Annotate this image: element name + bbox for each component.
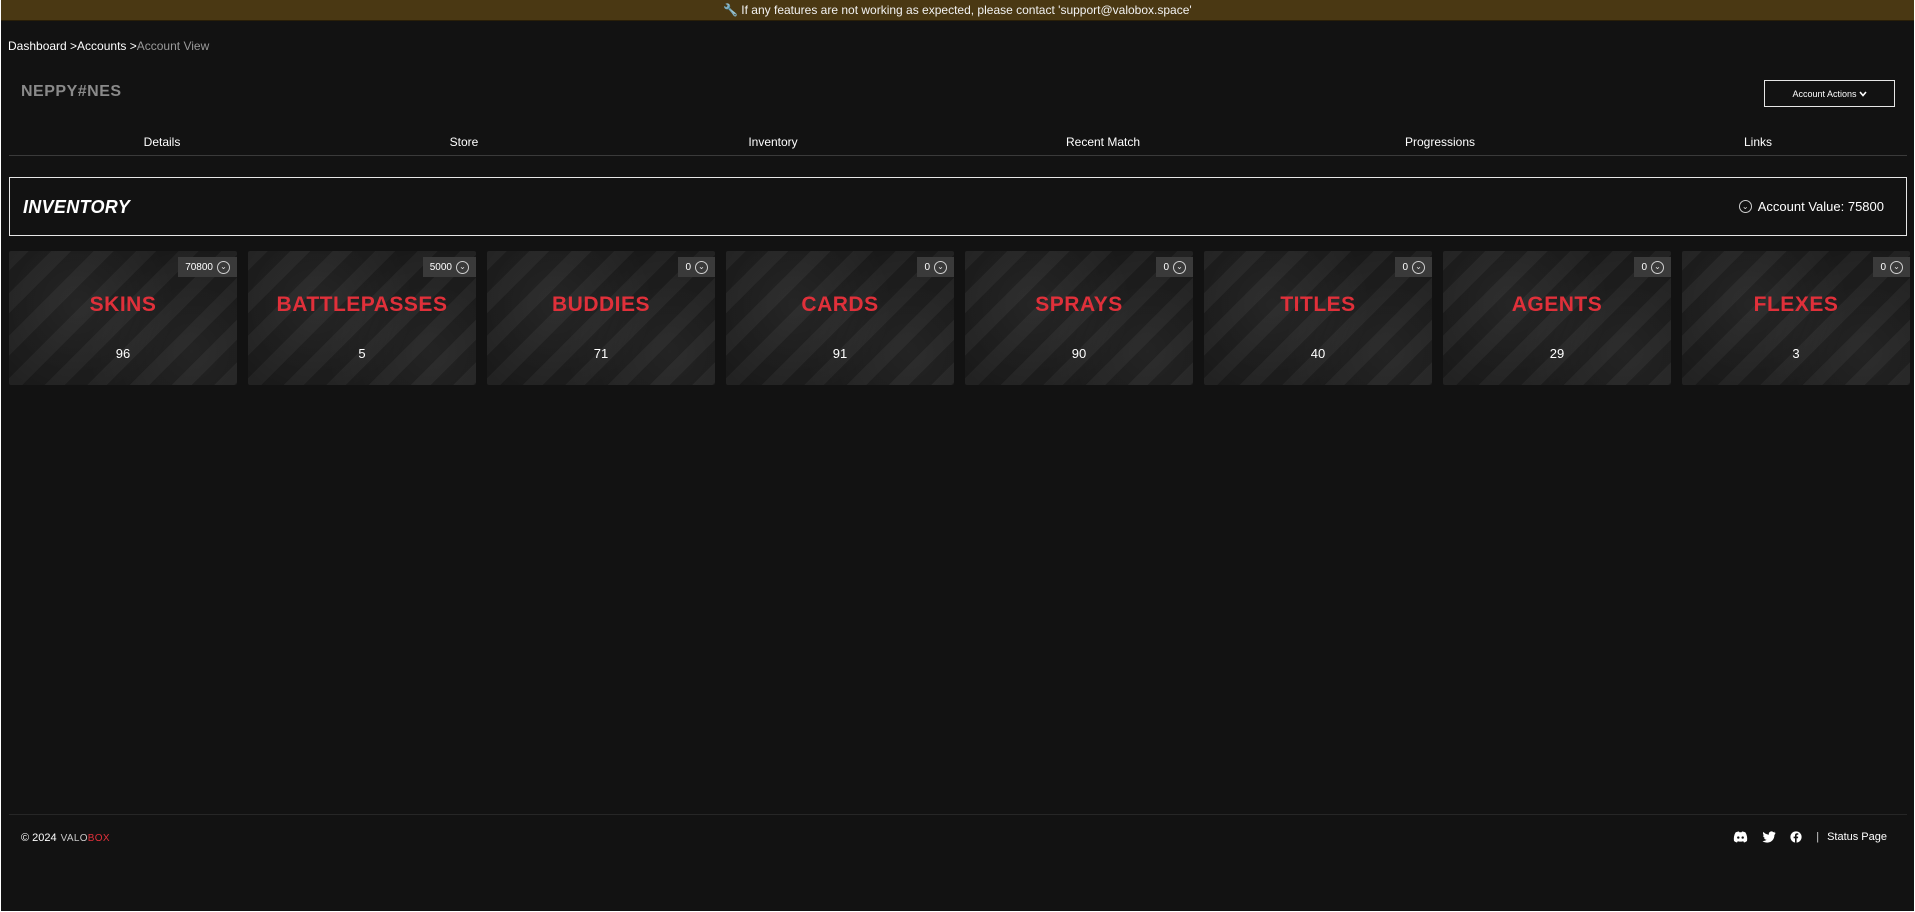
category-card-titles[interactable]: 0 ⌄ TITLES 40 bbox=[1204, 251, 1432, 385]
breadcrumb: Dashboard > Accounts > Account View bbox=[8, 39, 209, 53]
category-count: 29 bbox=[1549, 346, 1565, 361]
category-card-agents[interactable]: 0 ⌄ AGENTS 29 bbox=[1443, 251, 1671, 385]
tab-details[interactable]: Details bbox=[144, 135, 181, 149]
notice-banner: 🔧 If any features are not working as exp… bbox=[1, 0, 1914, 21]
breadcrumb-current: Account View bbox=[136, 39, 210, 53]
tab-inventory[interactable]: Inventory bbox=[748, 135, 797, 149]
value-badge[interactable]: 0 ⌄ bbox=[1395, 257, 1432, 277]
chevron-circle-icon: ⌄ bbox=[1890, 260, 1903, 274]
tab-recent-match[interactable]: Recent Match bbox=[1066, 135, 1140, 149]
discord-icon[interactable] bbox=[1733, 831, 1748, 843]
category-card-battlepasses[interactable]: 5000 ⌄ BATTLEPASSES 5 bbox=[248, 251, 476, 385]
category-name: BUDDIES bbox=[551, 293, 650, 316]
badge-value: 0 bbox=[1880, 261, 1886, 273]
category-name: SPRAYS bbox=[1035, 293, 1123, 316]
account-value[interactable]: ⌄ Account Value: 75800 bbox=[1738, 199, 1884, 214]
breadcrumb-accounts[interactable]: Accounts > bbox=[77, 39, 137, 53]
category-name: SKINS bbox=[89, 293, 157, 316]
category-count: 90 bbox=[1071, 346, 1087, 361]
category-name: AGENTS bbox=[1511, 293, 1603, 316]
account-tabs: Details Store Inventory Recent Match Pro… bbox=[9, 132, 1907, 156]
category-count: 91 bbox=[832, 346, 848, 361]
app-frame: 🔧 If any features are not working as exp… bbox=[1, 0, 1914, 911]
status-page-link[interactable]: Status Page bbox=[1827, 831, 1887, 843]
category-card-buddies[interactable]: 0 ⌄ BUDDIES 71 bbox=[487, 251, 715, 385]
value-badge[interactable]: 0 ⌄ bbox=[917, 257, 954, 277]
badge-value: 0 bbox=[1163, 261, 1169, 273]
inventory-title: INVENTORY bbox=[23, 197, 131, 217]
brand-logo-part-b: BOX bbox=[87, 832, 110, 844]
chevron-circle-icon: ⌄ bbox=[1651, 260, 1664, 274]
chevron-circle-icon: ⌄ bbox=[695, 260, 708, 274]
category-count: 40 bbox=[1310, 346, 1326, 361]
category-count: 71 bbox=[593, 346, 609, 361]
category-name: TITLES bbox=[1280, 293, 1356, 316]
account-actions-label: Account Actions bbox=[1792, 88, 1857, 99]
category-card-skins[interactable]: 70800 ⌄ SKINS 96 bbox=[9, 251, 237, 385]
chevron-circle-icon: ⌄ bbox=[217, 260, 230, 274]
badge-value: 70800 bbox=[185, 261, 213, 273]
category-name: FLEXES bbox=[1753, 293, 1839, 316]
twitter-icon[interactable] bbox=[1762, 831, 1776, 843]
category-name: BATTLEPASSES bbox=[276, 293, 448, 316]
inventory-categories: 70800 ⌄ SKINS 96 5000 ⌄ BATTLEPASSES 5 0… bbox=[9, 251, 1910, 385]
badge-value: 5000 bbox=[429, 261, 452, 273]
brand-logo-part-a: VALO bbox=[60, 832, 88, 844]
footer-links: | Status Page bbox=[1733, 831, 1887, 843]
value-badge[interactable]: 0 ⌄ bbox=[678, 257, 715, 277]
tab-links[interactable]: Links bbox=[1744, 135, 1772, 149]
value-badge[interactable]: 0 ⌄ bbox=[1634, 257, 1671, 277]
banner-text: If any features are not working as expec… bbox=[741, 3, 1192, 17]
category-count: 96 bbox=[115, 346, 131, 361]
badge-value: 0 bbox=[1641, 261, 1647, 273]
brand-logo[interactable]: VALOBOX bbox=[61, 833, 110, 844]
inventory-header: INVENTORY ⌄ Account Value: 75800 bbox=[9, 177, 1907, 236]
account-name: NEPPY#NES bbox=[21, 83, 122, 100]
badge-value: 0 bbox=[1402, 261, 1408, 273]
chevron-circle-icon: ⌄ bbox=[1412, 260, 1425, 274]
chevron-circle-icon: ⌄ bbox=[456, 260, 469, 274]
chevron-down-icon bbox=[1858, 90, 1867, 97]
footer-divider bbox=[9, 814, 1907, 815]
copyright-text: © 2024 bbox=[21, 832, 57, 844]
category-card-sprays[interactable]: 0 ⌄ SPRAYS 90 bbox=[965, 251, 1193, 385]
account-value-label: Account Value: 75800 bbox=[1757, 199, 1884, 214]
category-count: 5 bbox=[358, 346, 366, 361]
tab-progressions[interactable]: Progressions bbox=[1405, 135, 1475, 149]
breadcrumb-dashboard[interactable]: Dashboard > bbox=[8, 39, 77, 53]
value-badge[interactable]: 0 ⌄ bbox=[1873, 257, 1910, 277]
category-name: CARDS bbox=[801, 293, 879, 316]
value-badge[interactable]: 70800 ⌄ bbox=[178, 257, 237, 277]
badge-value: 0 bbox=[685, 261, 691, 273]
footer-separator: | bbox=[1816, 831, 1820, 843]
value-badge[interactable]: 5000 ⌄ bbox=[422, 257, 476, 277]
chevron-circle-icon: ⌄ bbox=[1173, 260, 1186, 274]
category-card-cards[interactable]: 0 ⌄ CARDS 91 bbox=[726, 251, 954, 385]
badge-value: 0 bbox=[924, 261, 930, 273]
tab-store[interactable]: Store bbox=[450, 135, 479, 149]
chevron-circle-icon: ⌄ bbox=[1738, 200, 1752, 213]
wrench-icon: 🔧 bbox=[723, 3, 739, 17]
category-count: 3 bbox=[1792, 346, 1800, 361]
category-card-flexes[interactable]: 0 ⌄ FLEXES 3 bbox=[1682, 251, 1910, 385]
chevron-circle-icon: ⌄ bbox=[934, 260, 947, 274]
facebook-icon[interactable] bbox=[1790, 831, 1802, 843]
value-badge[interactable]: 0 ⌄ bbox=[1156, 257, 1193, 277]
account-actions-button[interactable]: Account Actions bbox=[1764, 80, 1895, 107]
footer-copyright: © 2024 VALOBOX bbox=[21, 832, 110, 844]
